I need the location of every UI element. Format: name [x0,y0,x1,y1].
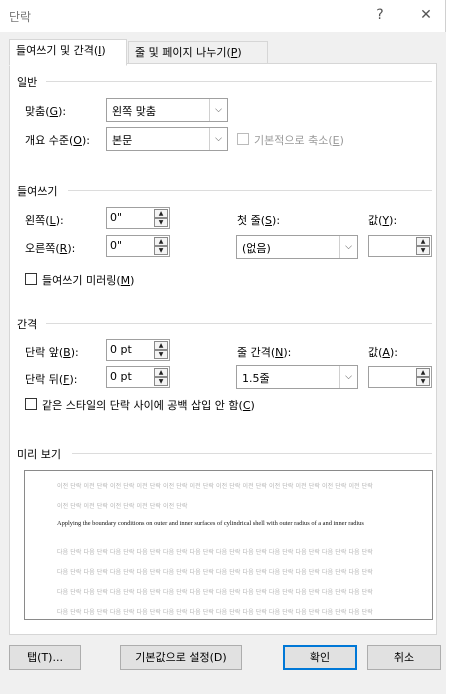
divider [72,453,432,454]
spin-down-icon[interactable]: ▼ [416,377,430,386]
alignment-dropdown[interactable]: 왼쪽 맞춤 ⌵ [106,98,228,122]
divider [68,190,432,191]
chevron-down-icon: ⌵ [339,366,357,388]
line-spacing-at-spinner[interactable]: ▲ ▼ [368,366,432,388]
special-indent-value: (없음) [242,242,271,255]
spin-down-icon[interactable]: ▼ [154,218,168,227]
close-button[interactable]: ✕ [412,4,440,26]
special-indent-label: 첫 줄(S): [237,214,281,227]
tab-indents-and-spacing[interactable]: 들여쓰기 및 간격(I) [9,39,127,66]
title-bar: 단락 ? ✕ [0,0,446,32]
outline-level-label: 개요 수준(O): [25,134,90,147]
line-spacing-value: 1.5줄 [242,372,270,385]
indent-right-spinner[interactable]: 0" ▲ ▼ [106,235,170,257]
outline-level-dropdown[interactable]: 본문 ⌵ [106,127,228,151]
preview-next-paragraph: 다음 단락 다음 단락 다음 단락 다음 단락 다음 단락 다음 단락 다음 단… [57,589,373,596]
no-space-same-style-label: 같은 스타일의 단락 사이에 공백 삽입 안 함(C) [42,399,255,412]
section-preview-title: 미리 보기 [17,448,61,461]
line-spacing-label: 줄 간격(N): [237,346,292,359]
spin-down-icon[interactable]: ▼ [154,246,168,255]
preview-box: 이전 단락 이전 단락 이전 단락 이전 단락 이전 단락 이전 단락 이전 단… [24,470,433,620]
divider [46,81,432,82]
mirror-indents-checkbox[interactable] [25,273,37,285]
cancel-button[interactable]: 취소 [367,645,441,670]
tab-label: 들여쓰기 및 간격 [16,44,94,57]
chevron-down-icon: ⌵ [339,236,357,258]
spin-down-icon[interactable]: ▼ [416,246,430,255]
spin-down-icon[interactable]: ▼ [154,350,168,359]
mirror-indents-label: 들여쓰기 미러링(M) [42,274,135,287]
spacing-before-value: 0 pt [110,343,132,356]
special-indent-dropdown[interactable]: (없음) ⌵ [236,235,358,259]
line-spacing-at-label: 값(A): [368,346,398,359]
preview-previous-paragraph: 이전 단락 이전 단락 이전 단락 이전 단락 이전 단락 이전 단락 이전 단… [57,483,373,490]
indent-by-label: 값(Y): [368,214,398,227]
preview-previous-paragraph: 이전 단락 이전 단락 이전 단락 이전 단락 이전 단락 [57,503,188,510]
outline-level-value: 본문 [112,134,133,147]
ok-button[interactable]: 확인 [283,645,357,670]
spacing-after-value: 0 pt [110,370,132,383]
preview-next-paragraph: 다음 단락 다음 단락 다음 단락 다음 단락 다음 단락 다음 단락 다음 단… [57,549,373,556]
set-as-default-button[interactable]: 기본값으로 설정(D) [120,645,242,670]
alignment-value: 왼쪽 맞춤 [112,105,156,118]
collapsed-by-default-checkbox[interactable] [237,133,249,145]
indent-right-value: 0" [110,239,123,252]
spin-up-icon[interactable]: ▲ [154,368,168,377]
section-indentation-title: 들여쓰기 [17,185,58,198]
collapsed-by-default-label: 기본적으로 축소(E) [254,134,344,147]
indent-right-label: 오른쪽(R): [25,242,76,255]
spin-down-icon[interactable]: ▼ [154,377,168,386]
paragraph-dialog: 단락 ? ✕ 들여쓰기 및 간격(I) 줄 및 페이지 나누기(P) 일반 맞춤… [0,0,446,694]
spacing-after-label: 단락 뒤(F): [25,373,78,386]
dialog-title: 단락 [9,10,32,24]
section-spacing-title: 간격 [17,318,38,331]
spin-up-icon[interactable]: ▲ [154,209,168,218]
alignment-label: 맞춤(G): [25,105,67,118]
chevron-down-icon: ⌵ [209,128,227,150]
line-spacing-dropdown[interactable]: 1.5줄 ⌵ [236,365,358,389]
no-space-same-style-checkbox[interactable] [25,398,37,410]
chevron-down-icon: ⌵ [209,99,227,121]
indent-left-label: 왼쪽(L): [25,214,64,227]
spacing-before-label: 단락 앞(B): [25,346,79,359]
spin-up-icon[interactable]: ▲ [154,237,168,246]
spin-up-icon[interactable]: ▲ [416,237,430,246]
background-edge [446,0,453,694]
tab-label: 줄 및 페이지 나누기 [135,46,227,59]
spin-up-icon[interactable]: ▲ [416,368,430,377]
divider [46,323,432,324]
help-button[interactable]: ? [366,4,394,26]
indent-left-spinner[interactable]: 0" ▲ ▼ [106,207,170,229]
spin-up-icon[interactable]: ▲ [154,341,168,350]
indent-left-value: 0" [110,211,123,224]
preview-sample-paragraph: Applying the boundary conditions on oute… [57,520,364,527]
spacing-before-spinner[interactable]: 0 pt ▲ ▼ [106,339,170,361]
tabs-button[interactable]: 탭(T)... [9,645,81,670]
spacing-after-spinner[interactable]: 0 pt ▲ ▼ [106,366,170,388]
preview-next-paragraph: 다음 단락 다음 단락 다음 단락 다음 단락 다음 단락 다음 단락 다음 단… [57,569,373,576]
indent-by-spinner[interactable]: ▲ ▼ [368,235,432,257]
preview-next-paragraph: 다음 단락 다음 단락 다음 단락 다음 단락 다음 단락 다음 단락 다음 단… [57,609,373,616]
section-general-title: 일반 [17,76,38,89]
